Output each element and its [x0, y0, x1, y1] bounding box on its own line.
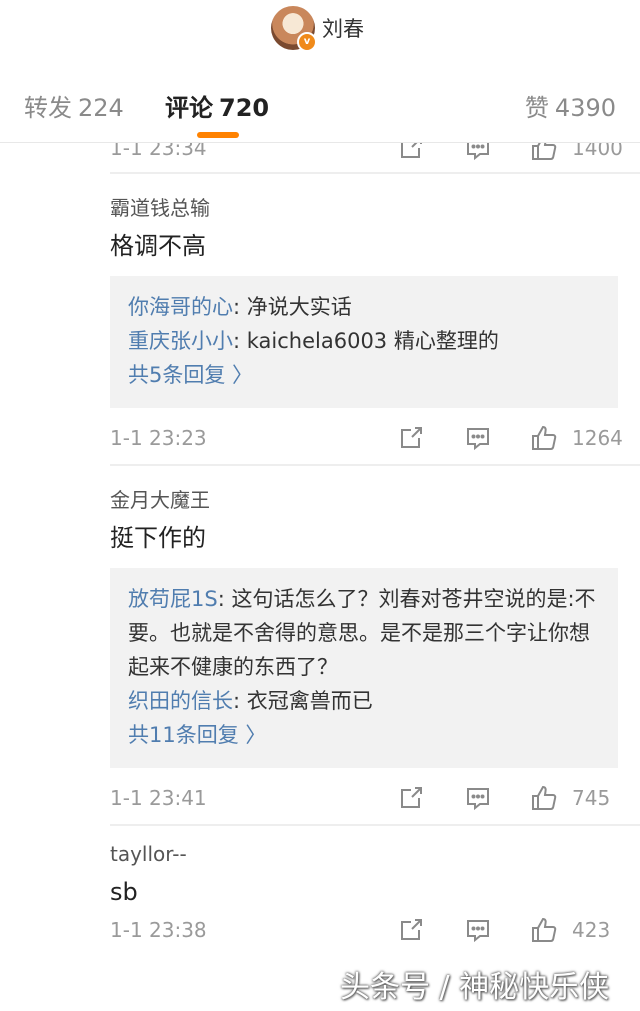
comment-icon[interactable] [464, 424, 492, 452]
previous-comment-footer: 1-1 23:34 1400 [0, 142, 640, 172]
tab-comments-label: 评论 [165, 94, 213, 122]
tab-comments-count: 720 [219, 94, 270, 122]
comment-icon[interactable] [464, 142, 492, 162]
action-bar: 1-1 23:23 1264 [0, 418, 640, 464]
action-bar: 1-1 23:41 745 [0, 778, 640, 824]
comment-feed: 1-1 23:34 1400 霸道钱总输 格调不高 你海哥的心: 净说大实话 重… [0, 142, 640, 956]
reply-line: 你海哥的心: 净说大实话 [128, 290, 600, 324]
comment-time: 1-1 23:38 [110, 918, 207, 942]
tab-bar: 转发 224 评论 720 赞 4390 [0, 62, 640, 143]
more-replies-link[interactable]: 共5条回复 〉 [128, 358, 600, 392]
comment-time: 1-1 23:34 [110, 142, 207, 160]
header-username[interactable]: 刘春 [322, 13, 364, 43]
comment-time: 1-1 23:41 [110, 786, 207, 810]
comment-username[interactable]: 霸道钱总输 [110, 194, 640, 222]
active-tab-indicator [197, 132, 239, 138]
comment-username[interactable]: tayllor-- [110, 840, 640, 868]
reply-username[interactable]: 织田的信长 [128, 689, 233, 713]
like-icon[interactable] [530, 424, 558, 452]
comment-item: tayllor-- sb 1-1 23:38 423 [0, 826, 640, 956]
reply-username[interactable]: 重庆张小小 [128, 329, 233, 353]
like-icon[interactable] [530, 142, 558, 162]
comment-text: 格调不高 [110, 232, 206, 260]
comment-time: 1-1 23:23 [110, 426, 207, 450]
repost-icon[interactable] [397, 142, 425, 162]
comment-username[interactable]: 金月大魔王 [110, 486, 640, 514]
tab-repost-count: 224 [78, 94, 124, 122]
repost-icon[interactable] [397, 916, 425, 944]
like-count: 423 [572, 918, 611, 942]
like-icon[interactable] [530, 784, 558, 812]
like-count: 745 [572, 786, 611, 810]
comment-item: 霸道钱总输 格调不高 你海哥的心: 净说大实话 重庆张小小: kaichela6… [0, 174, 640, 464]
tab-likes[interactable]: 赞 4390 [525, 88, 616, 123]
tab-comments[interactable]: 评论 720 [165, 88, 269, 123]
like-count: 1400 [572, 142, 623, 160]
tab-likes-label: 赞 [524, 94, 549, 122]
reply-line: 放苟屁1S: 这句话怎么了？刘春对苍井空说的是:不要。也就是不舍得的意思。是不是… [128, 582, 600, 684]
comment-icon[interactable] [464, 784, 492, 812]
watermark: 头条号 / 神秘快乐侠 [340, 970, 610, 1005]
reply-line: 织田的信长: 衣冠禽兽而已 [128, 684, 600, 718]
action-bar: 1-1 23:38 423 [0, 910, 640, 956]
verified-badge-icon: v [297, 32, 317, 52]
tab-repost[interactable]: 转发 224 [24, 88, 124, 123]
repost-icon[interactable] [397, 424, 425, 452]
comment-text: sb [110, 878, 138, 906]
tab-likes-count: 4390 [554, 94, 616, 122]
reply-text: : kaichela6003 精心整理的 [233, 329, 499, 353]
tab-repost-label: 转发 [24, 94, 72, 122]
like-icon[interactable] [530, 916, 558, 944]
reply-username[interactable]: 放苟屁1S [128, 587, 218, 611]
reply-text: : 衣冠禽兽而已 [233, 689, 373, 713]
reply-line: 重庆张小小: kaichela6003 精心整理的 [128, 324, 600, 358]
comment-icon[interactable] [464, 916, 492, 944]
repost-icon[interactable] [397, 784, 425, 812]
avatar[interactable]: v [271, 6, 317, 52]
reply-username[interactable]: 你海哥的心 [128, 295, 233, 319]
reply-text: : 净说大实话 [233, 295, 352, 319]
more-replies-link[interactable]: 共11条回复 〉 [128, 718, 600, 752]
reply-box[interactable]: 你海哥的心: 净说大实话 重庆张小小: kaichela6003 精心整理的 共… [110, 276, 618, 408]
like-count: 1264 [572, 426, 623, 450]
top-header: v 刘春 [0, 0, 640, 63]
reply-box[interactable]: 放苟屁1S: 这句话怎么了？刘春对苍井空说的是:不要。也就是不舍得的意思。是不是… [110, 568, 618, 768]
comment-text: 挺下作的 [110, 524, 206, 552]
action-bar: 1-1 23:34 1400 [0, 142, 640, 172]
comment-item: 金月大魔王 挺下作的 放苟屁1S: 这句话怎么了？刘春对苍井空说的是:不要。也就… [0, 466, 640, 824]
